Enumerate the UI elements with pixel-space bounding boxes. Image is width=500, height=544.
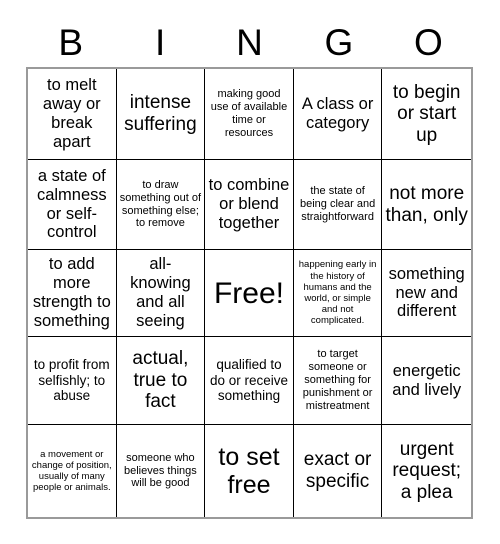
bingo-cell-text: to draw something out of something else;… bbox=[119, 178, 202, 230]
bingo-cell-text: to profit from selfishly; to abuse bbox=[33, 357, 110, 404]
bingo-header-letters: BINGO bbox=[26, 18, 473, 66]
bingo-cell-text: something new and different bbox=[388, 264, 465, 321]
bingo-cell-text: happening early in the history of humans… bbox=[298, 259, 377, 327]
bingo-cell-text: not more than, only bbox=[385, 182, 468, 226]
bingo-header-letter-g: G bbox=[324, 21, 354, 63]
bingo-cell-r4-c1[interactable]: to profit from selfishly; to abuse bbox=[28, 337, 117, 425]
bingo-cell-text: urgent request; a plea bbox=[392, 438, 462, 503]
bingo-cell-text: Free! bbox=[213, 276, 284, 310]
bingo-grid: to melt away or break apart intense suffe… bbox=[26, 67, 473, 519]
bingo-header-letter-n: N bbox=[236, 21, 263, 63]
bingo-cell-text: someone who believes things will be good bbox=[124, 451, 197, 490]
bingo-cell-r5-c1[interactable]: a movement or change of position, usuall… bbox=[28, 425, 117, 517]
bingo-cell-r2-c2[interactable]: to draw something out of something else;… bbox=[116, 160, 206, 250]
bingo-header-letter-i: I bbox=[154, 21, 166, 63]
bingo-cell-r4-c4[interactable]: to target someone or something for punis… bbox=[293, 337, 383, 425]
bingo-header-letter-o: O bbox=[413, 21, 443, 63]
bingo-cell-r1-c1[interactable]: to melt away or break apart bbox=[28, 69, 117, 160]
bingo-cell-r1-c3[interactable]: making good use of available time or res… bbox=[205, 69, 294, 160]
bingo-cell-r3-c1[interactable]: to add more strength to something bbox=[28, 250, 117, 337]
bingo-cell-text: a state of calmness or self-control bbox=[36, 166, 107, 242]
bingo-card: B I N G O to melt away or break apart intense… bbox=[0, 0, 500, 544]
bingo-cell-text: all-knowing and all seeing bbox=[130, 255, 191, 330]
bingo-cell-r3-c4[interactable]: happening early in the history of humans… bbox=[293, 250, 383, 337]
bingo-cell-r3-c5[interactable]: something new and different bbox=[382, 250, 471, 337]
bingo-free-space[interactable]: Free! bbox=[205, 250, 294, 337]
bingo-cell-text: a movement or change of position, usuall… bbox=[31, 448, 112, 494]
bingo-cell-text: to set free bbox=[218, 443, 280, 499]
bingo-cell-r5-c2[interactable]: someone who believes things will be good bbox=[117, 425, 206, 517]
bingo-header-letter-b: B bbox=[58, 21, 84, 63]
bingo-cell-text: qualified to do or receive something bbox=[209, 357, 289, 404]
bingo-cell-text: intense suffering bbox=[124, 92, 197, 135]
bingo-cell-text: A class or category bbox=[301, 95, 374, 132]
bingo-cell-r2-c1[interactable]: a state of calmness or self-control bbox=[28, 160, 117, 250]
bingo-cell-text: energetic and lively bbox=[392, 361, 462, 399]
bingo-cell-r1-c4[interactable]: A class or category bbox=[293, 69, 383, 160]
bingo-cell-r1-c2[interactable]: intense suffering bbox=[116, 69, 206, 160]
bingo-cell-text: making good use of available time or res… bbox=[210, 88, 288, 139]
bingo-cell-r4-c2[interactable]: actual, true to fact bbox=[116, 337, 206, 425]
bingo-cell-r3-c2[interactable]: all-knowing and all seeing bbox=[116, 250, 206, 337]
bingo-cell-text: exact or specific bbox=[303, 449, 372, 492]
bingo-cell-text: to combine or blend together bbox=[208, 176, 290, 232]
bingo-cell-r4-c5[interactable]: energetic and lively bbox=[382, 337, 471, 425]
bingo-cell-text: the state of being clear and straightfor… bbox=[299, 185, 376, 223]
bingo-cell-r5-c4[interactable]: exact or specific bbox=[294, 425, 383, 517]
bingo-cell-r5-c3[interactable]: to set free bbox=[205, 425, 294, 517]
bingo-cell-r2-c4[interactable]: the state of being clear and straightfor… bbox=[293, 160, 383, 250]
bingo-cell-r2-c3[interactable]: to combine or blend together bbox=[205, 160, 294, 250]
bingo-cell-text: to begin or start up bbox=[392, 81, 461, 146]
bingo-cell-r4-c3[interactable]: qualified to do or receive something bbox=[205, 337, 294, 425]
bingo-cell-r1-c5[interactable]: to begin or start up bbox=[382, 69, 471, 160]
bingo-cell-r5-c5[interactable]: urgent request; a plea bbox=[382, 425, 471, 517]
bingo-cell-text: to target someone or something for punis… bbox=[302, 348, 373, 412]
bingo-cell-r2-c5[interactable]: not more than, only bbox=[382, 160, 471, 250]
bingo-cell-text: actual, true to fact bbox=[132, 348, 189, 413]
bingo-cell-text: to melt away or break apart bbox=[42, 76, 101, 151]
bingo-cell-text: to add more strength to something bbox=[32, 255, 111, 330]
